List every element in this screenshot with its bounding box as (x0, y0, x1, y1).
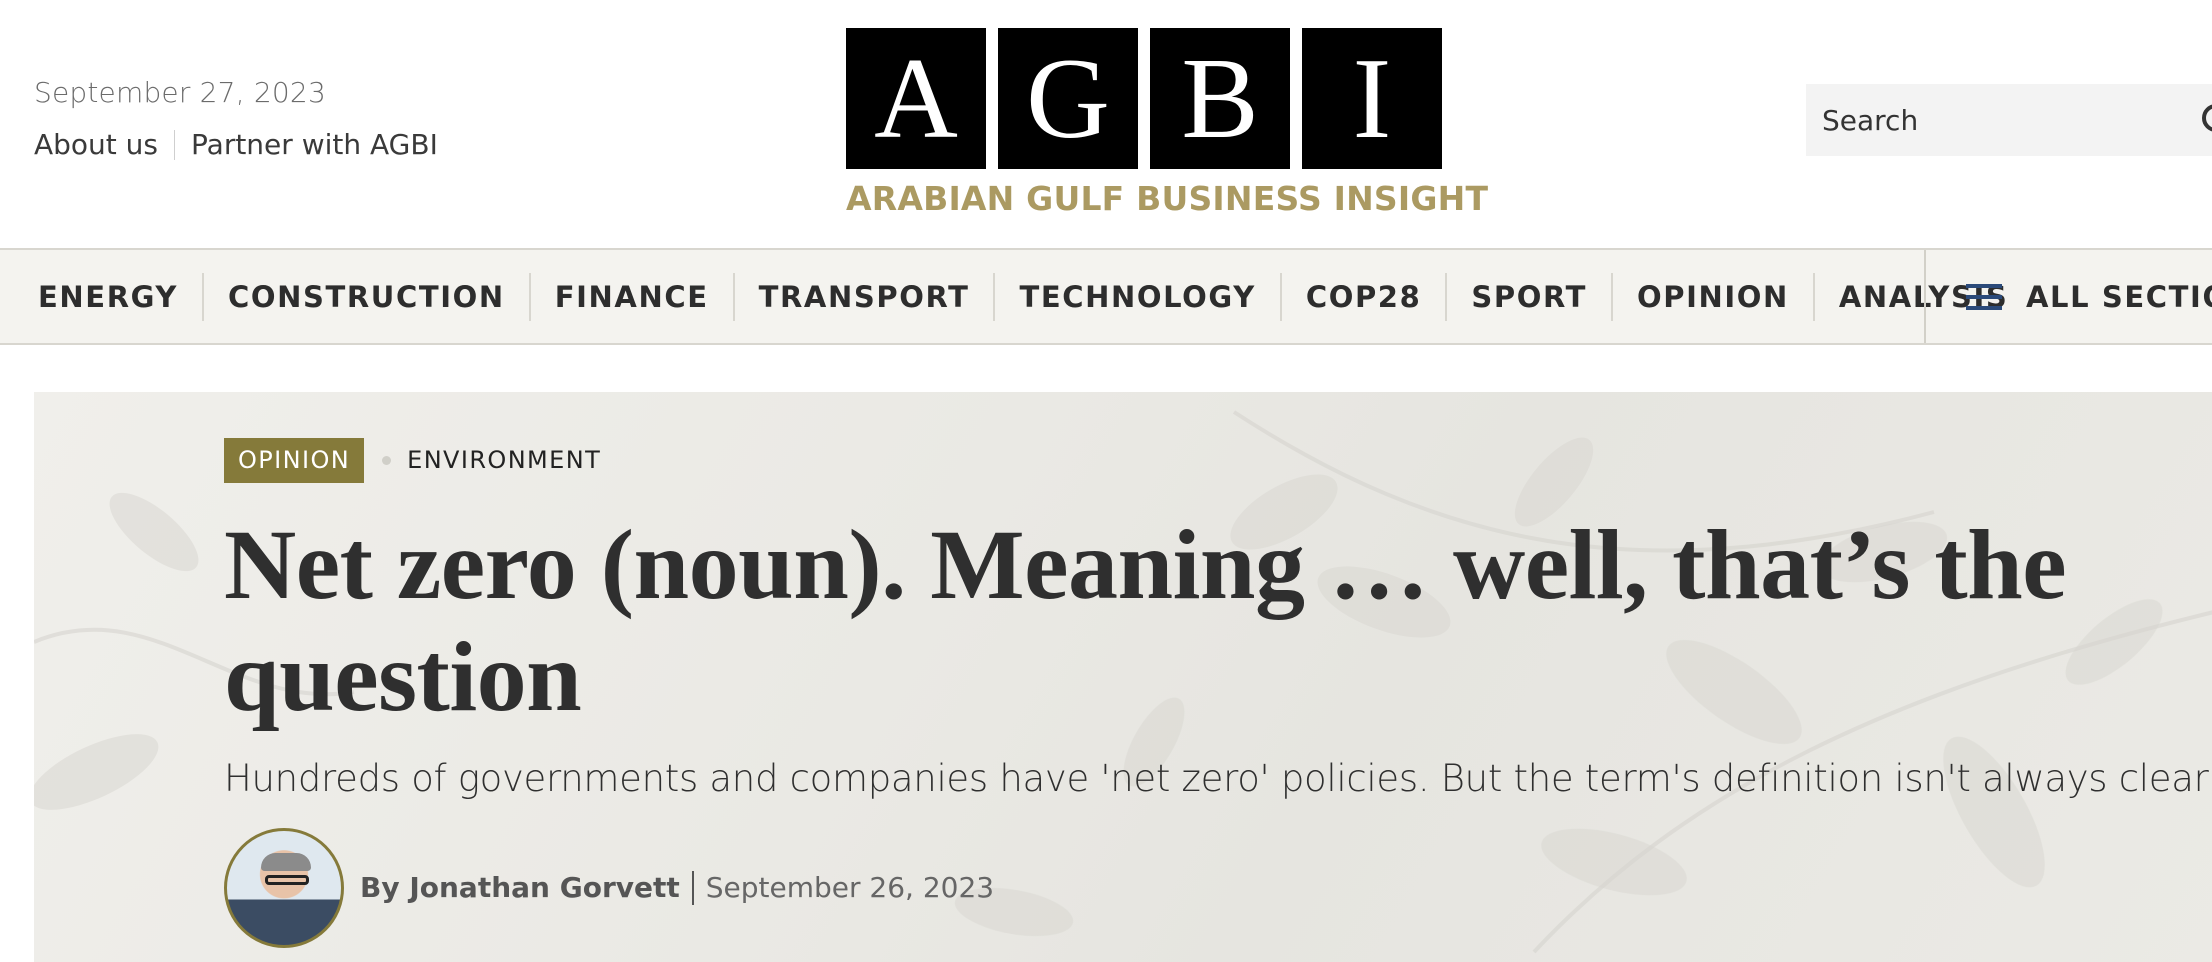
link-divider (174, 129, 176, 160)
nav-item-energy[interactable]: ENERGY (14, 272, 204, 321)
about-us-link[interactable]: About us (34, 128, 158, 161)
site-logo[interactable]: A G B I ARABIAN GULF BUSINESS INSIGHT (846, 28, 1489, 218)
header-links: About us Partner with AGBI (34, 128, 438, 161)
byline-divider (691, 870, 694, 905)
nav-item-sport[interactable]: SPORT (1447, 272, 1613, 321)
topic-tag[interactable]: ENVIRONMENT (407, 446, 601, 474)
nav-item-transport[interactable]: TRANSPORT (735, 272, 996, 321)
tag-separator-dot (382, 455, 392, 465)
nav-item-construction[interactable]: CONSTRUCTION (204, 272, 531, 321)
section-nav: ENERGY CONSTRUCTION FINANCE TRANSPORT TE… (0, 248, 2212, 345)
avatar-glasses (265, 874, 309, 885)
site-header: September 27, 2023 About us Partner with… (0, 0, 2212, 248)
logo-letter-a: A (846, 28, 986, 169)
search-input[interactable] (1822, 103, 2162, 137)
publish-date: September 26, 2023 (705, 871, 995, 905)
article-headline: Net zero (noun). Meaning … well, that’s … (224, 508, 2067, 732)
logo-tagline: ARABIAN GULF BUSINESS INSIGHT (846, 179, 1489, 218)
logo-letter-i: I (1302, 28, 1442, 169)
article-tags: OPINION ENVIRONMENT (224, 438, 2124, 483)
logo-letters: A G B I (846, 28, 1442, 169)
nav-item-finance[interactable]: FINANCE (531, 272, 735, 321)
partner-link[interactable]: Partner with AGBI (191, 128, 438, 161)
nav-item-technology[interactable]: TECHNOLOGY (995, 272, 1282, 321)
avatar-hair (261, 852, 311, 871)
header-date: September 27, 2023 (34, 76, 326, 109)
search-icon[interactable] (2202, 104, 2212, 132)
all-sections-label: ALL SECTIONS (2026, 279, 2212, 314)
logo-letter-g: G (998, 28, 1138, 169)
search-box[interactable] (1806, 84, 2212, 156)
byline: By Jonathan Gorvett September 26, 2023 (224, 827, 2124, 948)
nav-items: ENERGY CONSTRUCTION FINANCE TRANSPORT TE… (0, 272, 2032, 321)
article-hero: OPINION ENVIRONMENT Net zero (noun). Mea… (34, 392, 2212, 962)
author-avatar[interactable] (224, 827, 344, 948)
nav-item-opinion[interactable]: OPINION (1613, 272, 1815, 321)
article-subhead: Hundreds of governments and companies ha… (224, 756, 2209, 800)
article-header: OPINION ENVIRONMENT Net zero (noun). Mea… (224, 438, 2209, 948)
menu-icon (1966, 283, 2002, 310)
nav-item-cop28[interactable]: COP28 (1282, 272, 1448, 321)
author-name[interactable]: By Jonathan Gorvett (360, 871, 680, 904)
logo-letter-b: B (1150, 28, 1290, 169)
category-tag[interactable]: OPINION (224, 438, 365, 483)
all-sections-button[interactable]: ALL SECTIONS (1924, 250, 2212, 343)
